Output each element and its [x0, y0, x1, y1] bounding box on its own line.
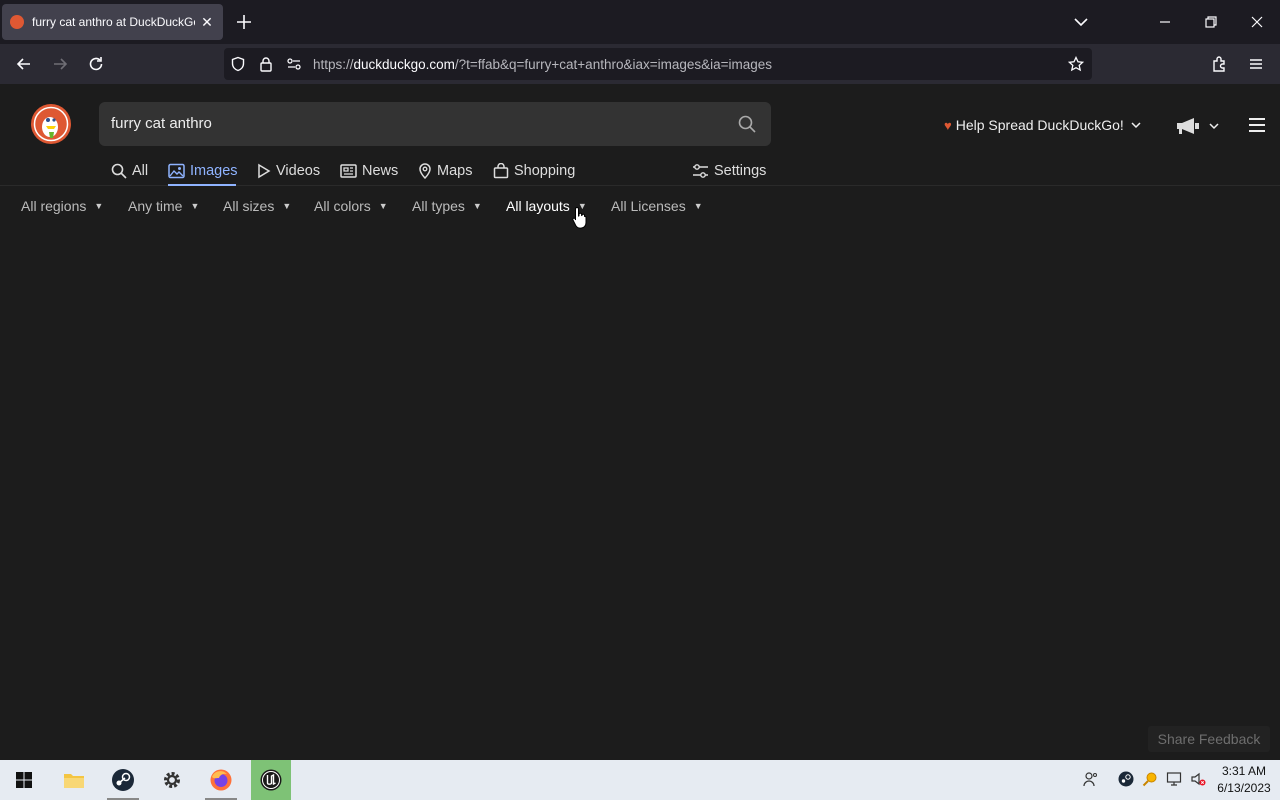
- steam-icon: [112, 769, 134, 791]
- restore-window-icon[interactable]: [1201, 12, 1221, 32]
- search-input[interactable]: furry cat anthro: [111, 115, 212, 132]
- map-pin-icon: [419, 163, 431, 179]
- tab-news[interactable]: News: [340, 160, 398, 182]
- heart-icon: ♥: [944, 117, 952, 133]
- browser-tab-strip: furry cat anthro at DuckDuckGo ✕: [0, 0, 1280, 44]
- system-clock[interactable]: 3:31 AM 6/13/2023: [1212, 763, 1276, 797]
- search-icon[interactable]: [737, 114, 757, 134]
- help-spread-ddg-dropdown[interactable]: ♥ Help Spread DuckDuckGo!: [944, 117, 1142, 133]
- whats-new-megaphone-dropdown[interactable]: [1174, 115, 1220, 137]
- image-filters-bar: All regions ▼ Any time ▼ All sizes ▼ All co…: [0, 198, 1280, 220]
- search-magnifier-tray-icon[interactable]: [1141, 770, 1159, 788]
- ddg-menu-hamburger-icon[interactable]: [1248, 117, 1266, 133]
- image-icon: [168, 163, 185, 179]
- help-spread-label: Help Spread DuckDuckGo!: [955, 117, 1124, 133]
- newspaper-icon: [340, 164, 357, 178]
- windows-start-button[interactable]: [0, 760, 48, 800]
- duckduckgo-logo-icon[interactable]: [30, 103, 72, 145]
- lock-icon[interactable]: [258, 56, 274, 72]
- unreal-engine-icon: [260, 769, 282, 791]
- url-text: https://duckduckgo.com/?t=ffab&q=furry+c…: [313, 57, 773, 72]
- settings-gear-icon: [164, 772, 180, 788]
- unreal-engine-taskbar-button[interactable]: [251, 760, 291, 800]
- settings-sliders-icon: [693, 164, 708, 178]
- address-bar[interactable]: https://duckduckgo.com/?t=ffab&q=furry+c…: [224, 48, 1092, 80]
- hand-pointer-cursor-icon: [572, 206, 587, 229]
- steam-tray-icon[interactable]: [1117, 770, 1135, 788]
- network-tray-icon[interactable]: [1165, 770, 1183, 788]
- windows-taskbar: 3:31 AM 6/13/2023: [0, 760, 1280, 800]
- dropdown-triangle-icon: ▼: [282, 201, 292, 211]
- dropdown-triangle-icon: ▼: [693, 201, 703, 211]
- tracking-protection-shield-icon[interactable]: [230, 56, 246, 72]
- clock-time: 3:31 AM: [1221, 764, 1267, 778]
- tab-shopping[interactable]: Shopping: [493, 160, 575, 182]
- filter-time-dropdown[interactable]: Any time ▼: [128, 198, 199, 214]
- settings-link[interactable]: Settings: [692, 160, 766, 182]
- chevron-down-icon: [1131, 122, 1141, 129]
- dropdown-triangle-icon: ▼: [94, 201, 104, 211]
- dropdown-triangle-icon: ▼: [190, 201, 200, 211]
- firefox-icon: [210, 769, 232, 791]
- tab-all[interactable]: All: [111, 160, 148, 182]
- tab-videos[interactable]: Videos: [257, 160, 320, 182]
- windows-start-icon: [16, 772, 32, 788]
- browser-tab-title: furry cat anthro at DuckDuckGo: [32, 15, 195, 29]
- clock-date: 6/13/2023: [1217, 781, 1271, 795]
- new-tab-icon[interactable]: [234, 12, 254, 32]
- back-arrow-icon[interactable]: [14, 54, 34, 74]
- dropdown-triangle-icon: ▼: [378, 201, 388, 211]
- filter-sizes-dropdown[interactable]: All sizes ▼: [223, 198, 291, 214]
- filter-licenses-dropdown[interactable]: All Licenses ▼: [611, 198, 703, 214]
- close-window-icon[interactable]: [1247, 12, 1267, 32]
- reload-icon[interactable]: [86, 54, 106, 74]
- duckduckgo-favicon-icon: [10, 15, 24, 29]
- tab-maps[interactable]: Maps: [418, 160, 472, 182]
- list-all-tabs-icon[interactable]: [1072, 14, 1090, 30]
- volume-muted-tray-icon[interactable]: [1189, 770, 1207, 788]
- settings-taskbar-button[interactable]: [148, 760, 196, 800]
- bookmark-star-icon[interactable]: [1068, 56, 1084, 72]
- people-tray-icon[interactable]: [1082, 770, 1100, 788]
- filter-regions-dropdown[interactable]: All regions ▼: [21, 198, 103, 214]
- dropdown-triangle-icon: ▼: [472, 201, 482, 211]
- megaphone-icon: [1177, 118, 1199, 134]
- play-icon: [258, 163, 271, 179]
- duckduckgo-page: furry cat anthro ♥ Help Spread DuckDuckG…: [0, 84, 1280, 760]
- search-box[interactable]: furry cat anthro: [99, 102, 771, 146]
- share-feedback-button[interactable]: Share Feedback: [1148, 726, 1270, 752]
- browser-tab-active[interactable]: furry cat anthro at DuckDuckGo ✕: [2, 4, 223, 40]
- shopping-bag-icon: [493, 163, 509, 179]
- close-tab-icon[interactable]: ✕: [199, 14, 215, 30]
- search-icon: [111, 163, 127, 179]
- filter-colors-dropdown[interactable]: All colors ▼: [314, 198, 388, 214]
- tab-images[interactable]: Images: [168, 160, 238, 182]
- extensions-puzzle-icon[interactable]: [1210, 54, 1230, 74]
- minimize-window-icon[interactable]: [1155, 12, 1175, 32]
- file-explorer-icon: [64, 774, 84, 788]
- file-explorer-taskbar-button[interactable]: [50, 760, 98, 800]
- firefox-taskbar-button[interactable]: [197, 760, 245, 800]
- app-menu-hamburger-icon[interactable]: [1246, 54, 1266, 74]
- steam-taskbar-button[interactable]: [99, 760, 147, 800]
- active-tab-underline: [168, 184, 236, 186]
- chevron-down-icon: [1209, 123, 1219, 130]
- forward-arrow-icon[interactable]: [50, 54, 70, 74]
- filter-types-dropdown[interactable]: All types ▼: [412, 198, 482, 214]
- browser-navigation-bar: https://duckduckgo.com/?t=ffab&q=furry+c…: [0, 44, 1280, 84]
- search-type-tabs: All Images Videos News Maps Shopping Set…: [0, 156, 1280, 186]
- permissions-icon[interactable]: [286, 56, 302, 72]
